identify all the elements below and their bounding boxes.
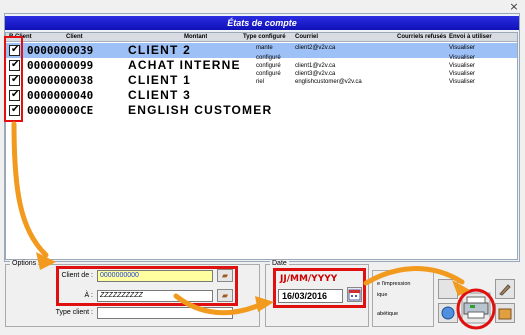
statement-window: × États de compte R Client Client Montan… [0, 0, 525, 335]
printer-icon[interactable] [461, 292, 491, 324]
arrow-options-to-date [173, 293, 265, 316]
arrow-checkbox-to-options [11, 121, 49, 258]
arrow-date-to-print [363, 266, 465, 286]
tutorial-annotations [11, 121, 496, 330]
arrowhead-icon [255, 296, 274, 312]
